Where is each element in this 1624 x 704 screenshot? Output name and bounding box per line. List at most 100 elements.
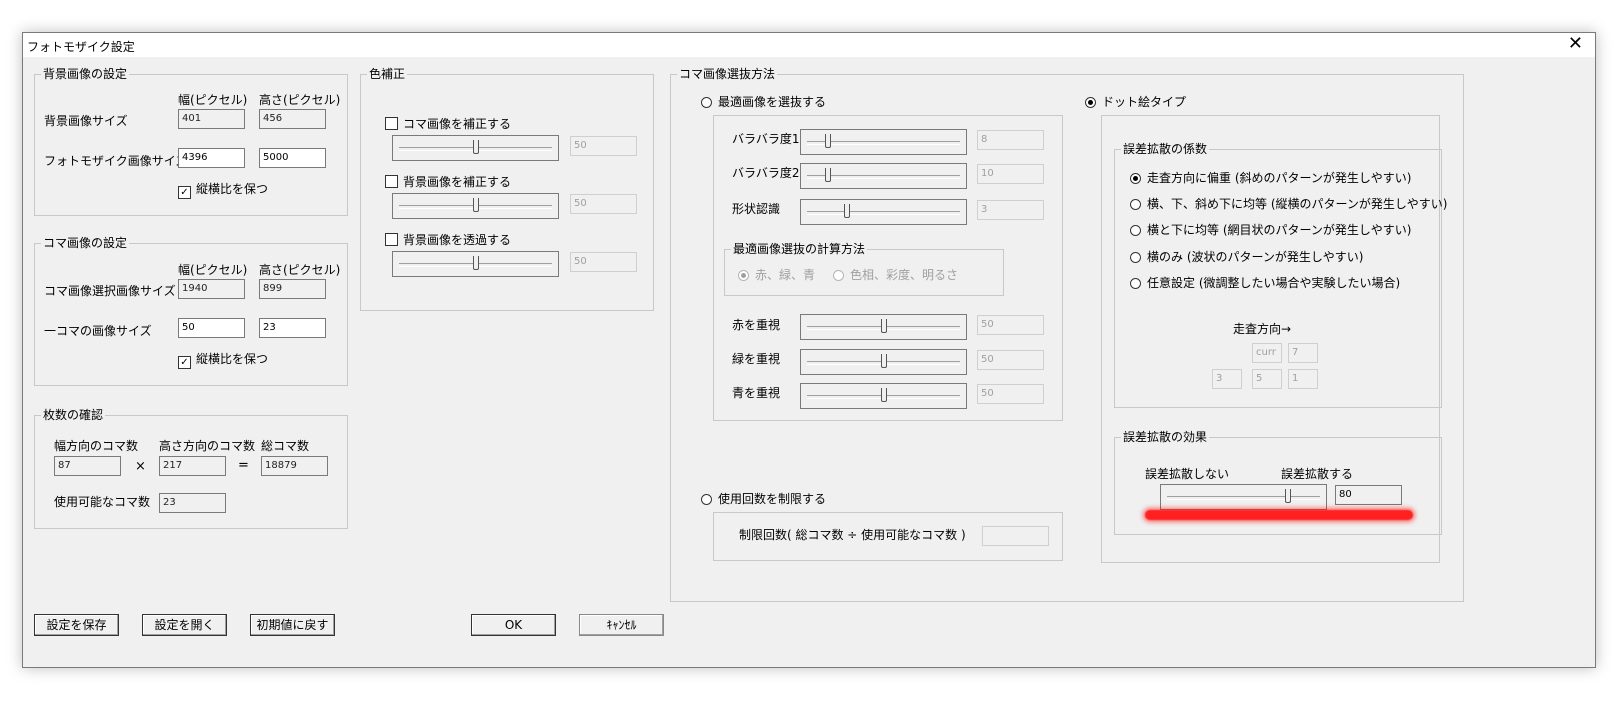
slider-thumb[interactable]: [472, 140, 479, 154]
scan-direction-label: 走査方向→: [1233, 322, 1292, 336]
save-settings-button[interactable]: 設定を保存: [34, 614, 119, 636]
blue-weight-slider[interactable]: [800, 383, 967, 409]
correct-koma-slider[interactable]: [392, 135, 559, 161]
slider-thumb[interactable]: [880, 319, 887, 333]
bg-image-width-field: 401: [178, 109, 245, 129]
one-koma-width-input[interactable]: 50: [178, 318, 245, 338]
bg-keep-ratio-checkbox[interactable]: ✓ 縦横比を保つ: [178, 180, 268, 199]
mosaic-width-input[interactable]: 4396: [178, 148, 245, 168]
slider-thumb[interactable]: [1284, 489, 1291, 503]
green-weight-value: 50: [977, 350, 1044, 370]
transparent-bg-slider[interactable]: [392, 251, 559, 277]
reset-defaults-button[interactable]: 初期値に戻す: [250, 614, 335, 636]
slider-thumb[interactable]: [824, 168, 831, 182]
radio-dot: [833, 270, 844, 281]
equals-sign: =: [238, 458, 249, 473]
slider-thumb[interactable]: [843, 204, 850, 218]
radio-dot: [1130, 225, 1141, 236]
slider-thumb[interactable]: [880, 354, 887, 368]
correct-bg-checkbox[interactable]: 背景画像を補正する: [385, 173, 511, 190]
calc-rgb-radio[interactable]: 赤、緑、青: [738, 266, 815, 283]
one-koma-height-input[interactable]: 23: [259, 318, 326, 338]
correct-bg-value: 50: [570, 194, 637, 214]
red-weight-slider[interactable]: [800, 314, 967, 340]
transparent-bg-checkbox[interactable]: 背景画像を透過する: [385, 231, 511, 248]
open-settings-button[interactable]: 設定を開く: [142, 614, 227, 636]
limit-count-field: [982, 526, 1049, 546]
calc-hsv-radio[interactable]: 色相、彩度、明るさ: [833, 266, 958, 283]
cols-count-label: 幅方向のコマ数: [54, 439, 139, 453]
total-count-label: 総コマ数: [261, 439, 310, 453]
checkbox-box: [385, 233, 398, 246]
calc-rgb-label: 赤、緑、青: [755, 268, 816, 282]
close-icon[interactable]: ✕: [1568, 34, 1583, 54]
limit-usage-panel: 制限回数( 総コマ数 ÷ 使用可能なコマ数 ): [713, 512, 1063, 561]
checkbox-check-icon: ✓: [178, 186, 191, 199]
red-highlight-stroke: [1145, 510, 1413, 520]
radio-dot: [1130, 278, 1141, 289]
diffusion-even2-radio[interactable]: 横と下に均等 (網目状のパターンが発生しやすい): [1130, 221, 1411, 238]
red-weight-value: 50: [977, 315, 1044, 335]
rows-count-field: 217: [159, 456, 226, 476]
diffusion-horizontal-radio[interactable]: 横のみ (波状のパターンが発生しやすい): [1130, 248, 1363, 265]
radio-dot: [701, 494, 712, 505]
color-correction-group: 色補正 コマ画像を補正する 50 背景画像を補正する 50 背景画像を透過する …: [360, 67, 654, 311]
radio-dot: [701, 97, 712, 108]
diffusion-custom-label: 任意設定 (微調整したい場合や実験したい場合): [1147, 276, 1401, 290]
bara1-slider[interactable]: [800, 129, 967, 155]
color-correction-legend: 色補正: [367, 67, 408, 81]
radio-dot: [738, 270, 749, 281]
ok-button[interactable]: OK: [471, 614, 556, 636]
best-image-panel: バラバラ度1 8 バラバラ度2 10 形状認識 3 最適画像選抜の計算方法 赤、…: [713, 115, 1063, 421]
total-count-field: 18879: [261, 456, 328, 476]
diffusion-custom-radio[interactable]: 任意設定 (微調整したい場合や実験したい場合): [1130, 274, 1400, 291]
mosaic-height-input[interactable]: 5000: [259, 148, 326, 168]
dot-art-radio[interactable]: ドット絵タイプ: [1085, 93, 1186, 110]
slider-thumb[interactable]: [472, 256, 479, 270]
title-bar: フォトモザイク設定 ✕: [23, 33, 1595, 57]
diffusion-even2-label: 横と下に均等 (網目状のパターンが発生しやすい): [1147, 223, 1412, 237]
radio-dot: [1130, 252, 1141, 263]
correct-bg-label: 背景画像を補正する: [403, 175, 512, 189]
correct-koma-label: コマ画像を補正する: [403, 117, 512, 131]
green-weight-slider[interactable]: [800, 349, 967, 375]
diffusion-even3-radio[interactable]: 横、下、斜め下に均等 (縦横のパターンが発生しやすい): [1130, 195, 1447, 212]
diffusion-effect-group: 誤差拡散の効果 誤差拡散しない 誤差拡散する 80: [1114, 430, 1442, 535]
matrix-bottom-left-cell: 3: [1212, 369, 1242, 389]
shape-slider[interactable]: [800, 199, 967, 225]
diffusion-effect-legend: 誤差拡散の効果: [1121, 430, 1210, 444]
koma-keep-ratio-checkbox[interactable]: ✓ 縦横比を保つ: [178, 350, 268, 369]
correct-bg-slider[interactable]: [392, 193, 559, 219]
bg-image-height-field: 456: [259, 109, 326, 129]
calc-method-group: 最適画像選抜の計算方法 赤、緑、青 色相、彩度、明るさ: [724, 242, 1004, 296]
selection-method-legend: コマ画像選抜方法: [677, 67, 778, 81]
correct-koma-checkbox[interactable]: コマ画像を補正する: [385, 115, 511, 132]
green-weight-label: 緑を重視: [732, 352, 781, 366]
koma-keep-ratio-label: 縦横比を保つ: [196, 352, 269, 366]
diffusion-horizontal-label: 横のみ (波状のパターンが発生しやすい): [1147, 250, 1364, 264]
cancel-button[interactable]: ｷｬﾝｾﾙ: [579, 614, 664, 636]
slider-thumb[interactable]: [880, 388, 887, 402]
times-sign: ×: [135, 459, 146, 474]
limit-usage-radio[interactable]: 使用回数を制限する: [701, 490, 826, 507]
diffusion-effect-slider[interactable]: [1160, 484, 1327, 510]
bg-height-header: 高さ(ピクセル): [259, 93, 341, 107]
window-title: フォトモザイク設定: [27, 40, 135, 54]
slider-thumb[interactable]: [472, 198, 479, 212]
diffusion-coeff-legend: 誤差拡散の係数: [1121, 142, 1210, 156]
usable-count-label: 使用可能なコマ数: [54, 495, 151, 509]
slider-thumb[interactable]: [824, 134, 831, 148]
transparent-bg-label: 背景画像を透過する: [403, 233, 512, 247]
bara2-label: バラバラ度2: [732, 166, 800, 180]
transparent-bg-value: 50: [570, 252, 637, 272]
red-weight-label: 赤を重視: [732, 318, 781, 332]
checkbox-box: [385, 117, 398, 130]
koma-settings-legend: コマ画像の設定: [41, 236, 130, 250]
bara1-value: 8: [977, 130, 1044, 150]
diffusion-scan-radio[interactable]: 走査方向に偏重 (斜めのパターンが発生しやすい): [1130, 169, 1411, 186]
best-image-radio[interactable]: 最適画像を選抜する: [701, 93, 826, 110]
calc-hsv-label: 色相、彩度、明るさ: [850, 268, 959, 282]
koma-select-width-field: 1940: [178, 279, 245, 299]
selection-method-group: コマ画像選抜方法 最適画像を選抜する バラバラ度1 8 バラバラ度2 10 形状…: [670, 67, 1464, 602]
bara2-slider[interactable]: [800, 163, 967, 189]
